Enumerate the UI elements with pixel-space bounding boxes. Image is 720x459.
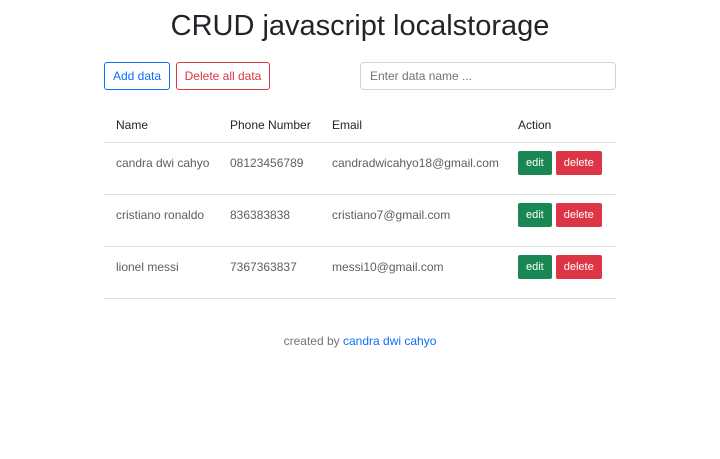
add-data-button[interactable]: Add data <box>104 62 170 90</box>
delete-all-data-button[interactable]: Delete all data <box>176 62 270 90</box>
footer: created by candra dwi cahyo <box>0 334 720 348</box>
author-link[interactable]: candra dwi cahyo <box>343 334 436 348</box>
search-input[interactable] <box>360 62 616 90</box>
table-row: cristiano ronaldo 836383838 cristiano7@g… <box>104 194 616 247</box>
delete-button[interactable]: delete <box>555 203 602 227</box>
cell-name: cristiano ronaldo <box>104 194 218 247</box>
cell-action: edit delete <box>506 142 616 195</box>
delete-button[interactable]: delete <box>555 151 602 175</box>
delete-button[interactable]: delete <box>555 255 602 279</box>
cell-email: cristiano7@gmail.com <box>320 194 506 247</box>
table-header-row: Name Phone Number Email Action <box>104 108 616 143</box>
edit-button[interactable]: edit <box>518 203 552 227</box>
cell-phone: 7367363837 <box>218 246 320 299</box>
header-action: Action <box>506 108 616 143</box>
cell-phone: 836383838 <box>218 194 320 247</box>
header-phone-number: Phone Number <box>218 108 320 143</box>
cell-phone: 08123456789 <box>218 142 320 195</box>
cell-name: candra dwi cahyo <box>104 142 218 195</box>
header-email: Email <box>320 108 506 143</box>
cell-action: edit delete <box>506 246 616 299</box>
page-title: CRUD javascript localstorage <box>170 10 550 42</box>
cell-name: lionel messi <box>104 246 218 299</box>
header-name: Name <box>104 108 218 143</box>
table-row: lionel messi 7367363837 messi10@gmail.co… <box>104 246 616 299</box>
cell-action: edit delete <box>506 194 616 247</box>
table-row: candra dwi cahyo 08123456789 candradwica… <box>104 142 616 195</box>
data-table: Name Phone Number Email Action candra dw… <box>104 108 616 299</box>
footer-prefix: created by <box>283 334 340 348</box>
edit-button[interactable]: edit <box>518 255 552 279</box>
cell-email: messi10@gmail.com <box>320 246 506 299</box>
edit-button[interactable]: edit <box>518 151 552 175</box>
cell-email: candradwicahyo18@gmail.com <box>320 142 506 195</box>
